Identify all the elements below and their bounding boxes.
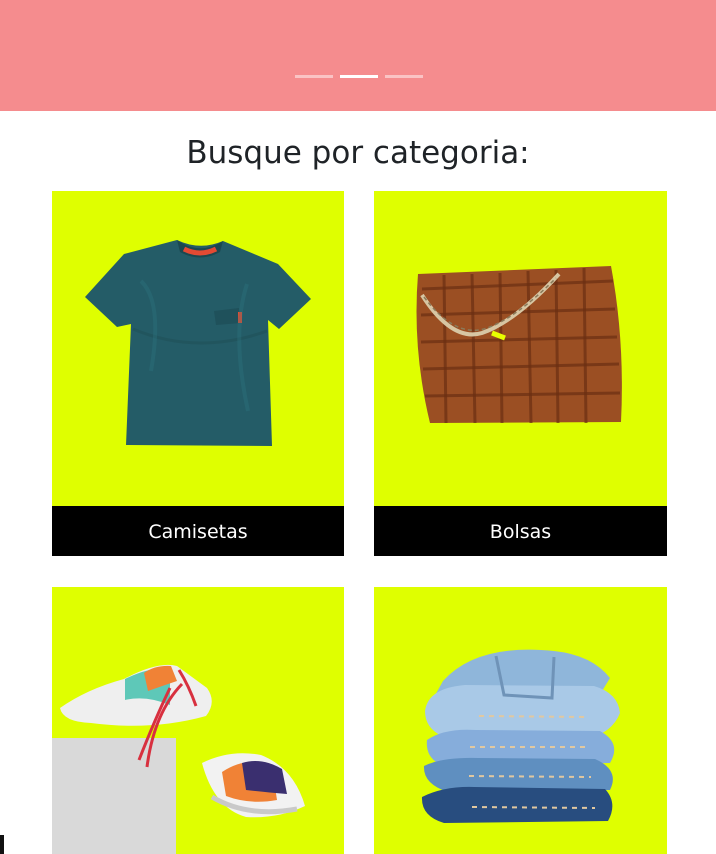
left-edge-divider (0, 835, 4, 854)
category-card-camisetas[interactable]: Camisetas (52, 191, 344, 556)
t-shirt-image (52, 191, 344, 556)
category-card-bolsas[interactable]: Bolsas (374, 191, 667, 556)
carousel-indicator-1[interactable] (295, 75, 333, 78)
category-label: Camisetas (52, 506, 344, 556)
category-card-sneakers[interactable] (52, 587, 344, 854)
category-page: Busque por categoria: Camisetas Bolsas (0, 0, 716, 854)
category-heading: Busque por categoria: (186, 135, 530, 171)
jeans-stack-image (374, 587, 667, 854)
carousel-indicators (295, 75, 423, 79)
sneakers-image (52, 587, 344, 854)
category-card-jeans[interactable] (374, 587, 667, 854)
carousel-banner[interactable] (0, 0, 716, 111)
carousel-indicator-3[interactable] (385, 75, 423, 78)
carousel-indicator-2[interactable] (340, 75, 378, 78)
category-label: Bolsas (374, 506, 667, 556)
handbag-image (374, 191, 667, 556)
